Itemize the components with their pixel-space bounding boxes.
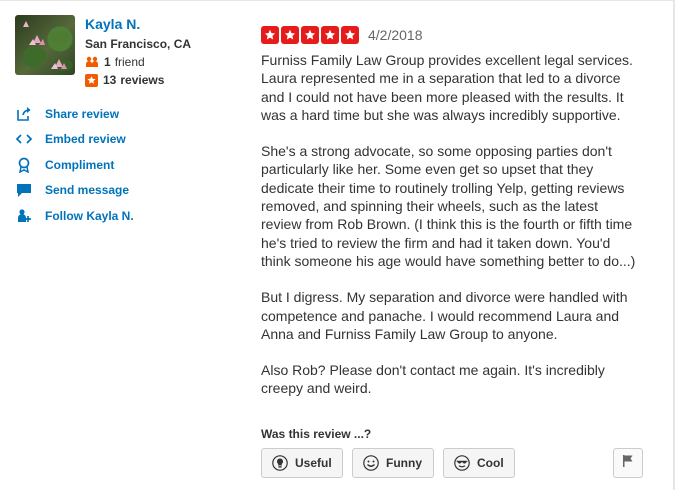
review-text: Furniss Family Law Group provides excell…	[261, 51, 641, 398]
smiley-icon	[363, 455, 379, 471]
useful-label: Useful	[295, 456, 332, 470]
cool-label: Cool	[477, 456, 504, 470]
review-star-icon	[85, 73, 98, 87]
review-paragraph: But I digress. My separation and divorce…	[261, 289, 628, 342]
flag-icon	[622, 454, 634, 473]
friends-label: friend	[114, 55, 145, 69]
user-info: Kayla N. San Francisco, CA 1 friend 13 r…	[85, 15, 245, 89]
star-icon	[301, 26, 319, 44]
sunglasses-icon	[454, 455, 470, 471]
friend-count: 1 friend	[85, 53, 245, 71]
lotus-photo-icon	[23, 21, 73, 71]
compliment-label: Compliment	[45, 157, 115, 172]
reviews-label: reviews	[120, 73, 165, 87]
review-paragraph: Furniss Family Law Group provides excell…	[261, 52, 633, 123]
share-icon	[15, 106, 33, 122]
star-rating	[261, 26, 361, 44]
follow-icon	[15, 208, 33, 224]
follow-user-link[interactable]: Follow Kayla N.	[15, 203, 245, 229]
user-name-link[interactable]: Kayla N.	[85, 15, 245, 33]
embed-review-link[interactable]: Embed review	[15, 127, 245, 153]
compliment-link[interactable]: Compliment	[15, 152, 245, 178]
star-icon	[341, 26, 359, 44]
share-review-link[interactable]: Share review	[15, 101, 245, 127]
embed-icon	[15, 131, 33, 147]
cool-button[interactable]: Cool	[443, 448, 515, 478]
feedback-title: Was this review ...?	[261, 427, 372, 441]
review-paragraph: Also Rob? Please don't contact me again.…	[261, 362, 605, 397]
message-icon	[15, 182, 33, 198]
embed-review-label: Embed review	[45, 132, 126, 147]
lightbulb-icon	[272, 455, 288, 471]
funny-label: Funny	[386, 456, 422, 470]
user-location: San Francisco, CA	[85, 37, 192, 51]
share-review-label: Share review	[45, 106, 120, 121]
send-message-link[interactable]: Send message	[15, 178, 245, 204]
star-icon	[321, 26, 339, 44]
follow-user-label: Follow Kayla N.	[45, 208, 134, 223]
star-icon	[281, 26, 299, 44]
avatar[interactable]	[15, 15, 75, 75]
report-flag-button[interactable]	[613, 448, 643, 478]
compliment-icon	[15, 157, 33, 173]
user-actions: Share review Embed review Compliment Sen…	[15, 101, 245, 229]
reviews-count-value: 13	[103, 73, 117, 87]
friends-icon	[86, 56, 98, 67]
useful-button[interactable]: Useful	[261, 448, 343, 478]
top-divider	[0, 0, 675, 1]
star-icon	[261, 26, 279, 44]
send-message-label: Send message	[45, 183, 130, 198]
review-paragraph: She's a strong advocate, so some opposin…	[261, 143, 636, 269]
rating-row: 4/2/2018	[261, 26, 641, 44]
review-content: 4/2/2018 Furniss Family Law Group provid…	[261, 26, 641, 416]
funny-button[interactable]: Funny	[352, 448, 434, 478]
review-count: 13 reviews	[85, 71, 245, 89]
friends-count-value: 1	[104, 55, 111, 69]
review-date: 4/2/2018	[368, 27, 423, 43]
